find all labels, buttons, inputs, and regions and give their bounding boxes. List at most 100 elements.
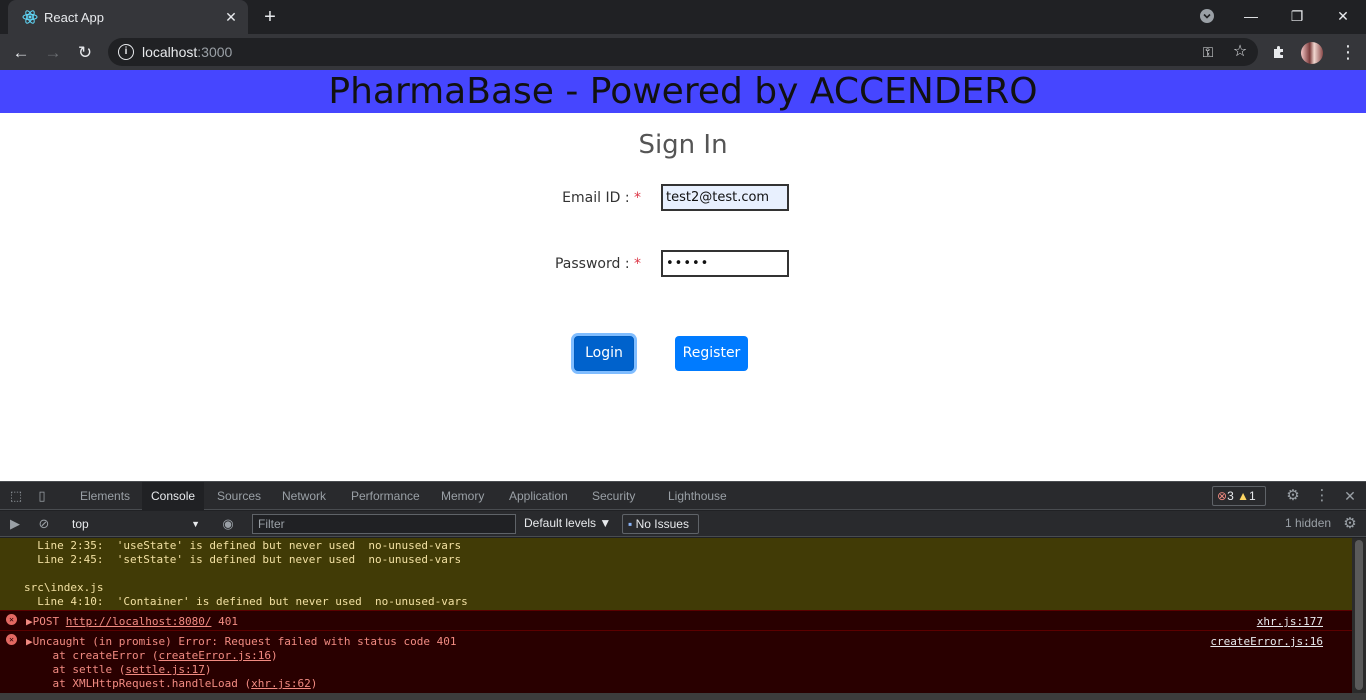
console-scrollbar[interactable] bbox=[1352, 538, 1366, 693]
login-button[interactable]: Login bbox=[574, 336, 634, 371]
new-tab-icon[interactable]: + bbox=[258, 5, 282, 29]
warning-line: Line 2:45: 'setState' is defined but nev… bbox=[24, 553, 462, 566]
warning-icon: ▲ bbox=[1237, 489, 1249, 503]
stack-frame: at createError (createError.js:16) bbox=[26, 649, 278, 662]
hidden-count: 1 hidden bbox=[1285, 516, 1332, 530]
console-output: Line 2:35: 'useState' is defined but nev… bbox=[0, 538, 1352, 693]
inspect-element-icon[interactable]: ⬚ bbox=[7, 487, 25, 505]
email-field[interactable]: test2@test.com bbox=[661, 184, 789, 211]
address-bar[interactable]: i localhost:3000 ⚿ ☆ bbox=[108, 38, 1258, 66]
tab-network[interactable]: Network bbox=[282, 482, 326, 510]
filter-input[interactable]: Filter bbox=[252, 514, 516, 534]
settings-gear-icon[interactable]: ⚙ bbox=[1284, 487, 1302, 505]
browser-tab[interactable]: React App ✕ bbox=[8, 0, 248, 34]
minimize-icon[interactable]: — bbox=[1236, 4, 1266, 28]
password-label: Password : * bbox=[521, 256, 641, 272]
error-uncaught-promise[interactable]: ✕ ▶Uncaught (in promise) Error: Request … bbox=[0, 630, 1352, 693]
error-prefix: ▶POST bbox=[26, 615, 66, 628]
error-icon: ✕ bbox=[6, 614, 17, 625]
warning-message: Line 2:35: 'useState' is defined but nev… bbox=[0, 538, 1352, 610]
stack-frame-paren: ) bbox=[271, 649, 278, 662]
no-issues-label: No Issues bbox=[635, 517, 689, 531]
restore-icon[interactable]: ❐ bbox=[1282, 4, 1312, 28]
tab-lighthouse[interactable]: Lighthouse bbox=[668, 482, 727, 510]
stack-frame-paren: ) bbox=[204, 663, 212, 676]
browser-menu-icon[interactable]: ⋮ bbox=[1334, 38, 1362, 66]
issues-counter[interactable]: ⊗3 ▲1 bbox=[1212, 486, 1266, 506]
tab-sources[interactable]: Sources bbox=[217, 482, 261, 510]
device-toolbar-icon[interactable]: ▯ bbox=[33, 487, 51, 505]
required-mark: * bbox=[634, 256, 641, 272]
tab-search-icon[interactable] bbox=[1192, 4, 1222, 28]
stack-frame-text: at createError ( bbox=[26, 649, 159, 662]
email-label-text: Email ID : bbox=[562, 190, 634, 206]
tab-performance[interactable]: Performance bbox=[351, 482, 420, 510]
stack-frame-text: at settle ( bbox=[26, 663, 126, 676]
error-message: ▶Uncaught (in promise) Error: Request fa… bbox=[26, 635, 457, 648]
source-link[interactable]: createError.js:16 bbox=[1210, 635, 1323, 648]
error-icon: ✕ bbox=[6, 634, 17, 645]
error-text: ▶POST http://localhost:8080/ 401 bbox=[26, 615, 238, 628]
sidebar-toggle-icon[interactable]: ▶ bbox=[6, 515, 24, 533]
console-settings-gear-icon[interactable]: ⚙ bbox=[1341, 515, 1359, 533]
warning-file: src\index.js bbox=[24, 581, 104, 594]
stack-link[interactable]: xhr.js:62 bbox=[251, 677, 311, 690]
forward-icon[interactable]: → bbox=[40, 40, 66, 66]
warning-count: 1 bbox=[1248, 489, 1256, 503]
chevron-down-icon: ▼ bbox=[191, 519, 200, 529]
required-mark: * bbox=[634, 190, 641, 206]
profile-avatar[interactable] bbox=[1301, 42, 1323, 64]
close-tab-icon[interactable]: ✕ bbox=[222, 8, 240, 26]
stack-link[interactable]: createError.js:16 bbox=[158, 649, 271, 662]
register-button[interactable]: Register bbox=[675, 336, 748, 371]
stack-link[interactable]: settle.js:17 bbox=[125, 663, 204, 676]
site-info-icon[interactable]: i bbox=[118, 44, 134, 60]
browser-toolbar: ← → ↻ i localhost:3000 ⚿ ☆ ⋮ bbox=[0, 34, 1366, 70]
browser-tab-bar: React App ✕ + — ❐ ✕ bbox=[0, 0, 1366, 34]
close-devtools-icon[interactable]: ✕ bbox=[1341, 487, 1359, 505]
scrollbar-thumb[interactable] bbox=[1355, 540, 1363, 690]
tab-elements[interactable]: Elements bbox=[80, 482, 130, 510]
tab-security[interactable]: Security bbox=[592, 482, 635, 510]
message-icon: ▪ bbox=[628, 517, 633, 531]
source-link[interactable]: xhr.js:177 bbox=[1257, 615, 1323, 628]
bookmark-star-icon[interactable]: ☆ bbox=[1226, 38, 1254, 66]
more-options-icon[interactable]: ⋮ bbox=[1313, 487, 1331, 505]
no-issues-button[interactable]: ▪ No Issues bbox=[622, 514, 699, 534]
stack-frame: at settle (settle.js:17) bbox=[26, 663, 211, 676]
error-count: 3 bbox=[1227, 489, 1234, 503]
tab-title: React App bbox=[44, 10, 104, 25]
url-host: localhost bbox=[142, 44, 198, 60]
app-title: PharmaBase - Powered by ACCENDERO bbox=[328, 71, 1038, 112]
request-url-link[interactable]: http://localhost:8080/ bbox=[66, 615, 212, 628]
console-filter-bar: ▶ ⊘ top ▼ ◉ Filter Default levels ▼ ▪ No … bbox=[0, 511, 1366, 537]
password-label-text: Password : bbox=[554, 256, 634, 272]
warning-line: Line 2:35: 'useState' is defined but nev… bbox=[24, 539, 462, 552]
sign-in-heading: Sign In bbox=[638, 130, 728, 160]
context-selector[interactable]: top ▼ bbox=[66, 514, 206, 534]
clear-console-icon[interactable]: ⊘ bbox=[35, 515, 53, 533]
email-label: Email ID : * bbox=[521, 190, 641, 206]
error-icon: ⊗ bbox=[1217, 489, 1228, 503]
extensions-puzzle-icon[interactable] bbox=[1265, 38, 1293, 66]
live-expression-eye-icon[interactable]: ◉ bbox=[219, 515, 237, 533]
error-status: 401 bbox=[211, 615, 238, 628]
close-window-icon[interactable]: ✕ bbox=[1328, 4, 1358, 28]
devtools-tab-bar: ⬚ ▯ Elements Console Sources Network Per… bbox=[0, 482, 1366, 510]
context-value: top bbox=[72, 517, 89, 531]
devtools-panel: ⬚ ▯ Elements Console Sources Network Per… bbox=[0, 481, 1366, 700]
reload-icon[interactable]: ↻ bbox=[72, 40, 98, 66]
tab-memory[interactable]: Memory bbox=[441, 482, 484, 510]
url-port: :3000 bbox=[197, 44, 233, 60]
error-post-401[interactable]: ✕ ▶POST http://localhost:8080/ 401 xhr.j… bbox=[0, 610, 1352, 630]
stack-frame-paren: ) bbox=[310, 677, 318, 690]
app-banner: PharmaBase - Powered by ACCENDERO bbox=[0, 70, 1366, 113]
tab-application[interactable]: Application bbox=[509, 482, 568, 510]
password-field[interactable]: ••••• bbox=[661, 250, 789, 277]
tab-console[interactable]: Console bbox=[142, 482, 205, 510]
stack-frame-text: at XMLHttpRequest.handleLoad ( bbox=[26, 677, 252, 690]
url-text: localhost:3000 bbox=[142, 44, 232, 60]
key-icon[interactable]: ⚿ bbox=[1194, 38, 1222, 66]
log-levels-dropdown[interactable]: Default levels ▼ bbox=[524, 516, 611, 530]
back-icon[interactable]: ← bbox=[8, 40, 34, 66]
